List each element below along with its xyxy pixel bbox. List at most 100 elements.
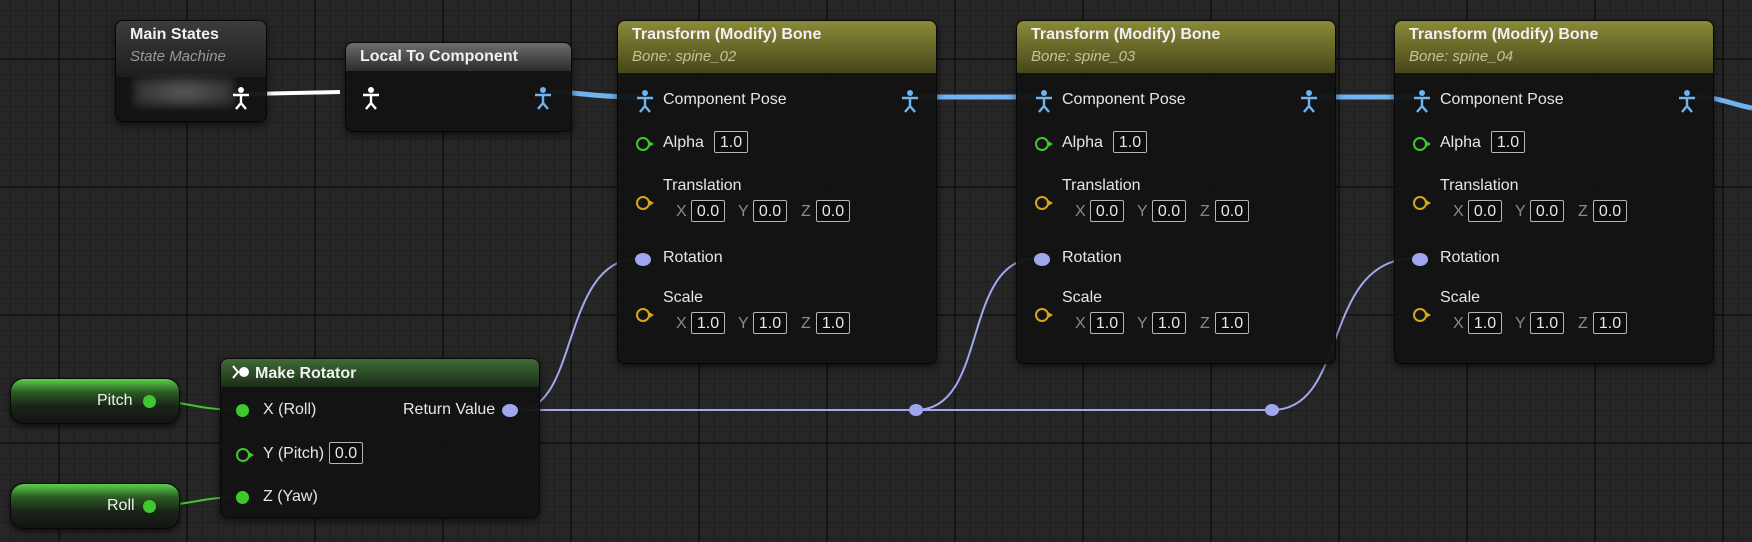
bone-name: Bone: spine_03 — [1031, 48, 1136, 65]
main-states-subtitle: State Machine — [130, 48, 226, 65]
pose-output-pin-icon[interactable] — [534, 86, 552, 110]
rotation-pin[interactable] — [635, 253, 651, 266]
scale-y-axis: Y — [738, 315, 749, 332]
pose-output-pin-icon[interactable] — [232, 86, 250, 110]
alpha-label: Alpha — [663, 134, 704, 151]
reroute-knot-2[interactable] — [1265, 404, 1279, 416]
z-yaw-label: Z (Yaw) — [263, 488, 318, 505]
scale-z-input[interactable]: 1.0 — [1593, 312, 1627, 334]
translation-y-axis: Y — [1137, 203, 1148, 220]
transform-bone-node-2[interactable]: Transform (Modify) Bone Bone: spine_03 C… — [1016, 20, 1336, 364]
y-pitch-pin[interactable] — [236, 448, 254, 462]
translation-x-axis: X — [676, 203, 687, 220]
alpha-label: Alpha — [1062, 134, 1103, 151]
alpha-pin[interactable] — [1413, 137, 1431, 151]
rotation-label: Rotation — [1062, 249, 1122, 266]
scale-x-input[interactable]: 1.0 — [1468, 312, 1502, 334]
make-rotator-title: Make Rotator — [255, 365, 357, 382]
translation-label: Translation — [1440, 177, 1519, 194]
scale-pin[interactable] — [1413, 308, 1431, 322]
scale-x-input[interactable]: 1.0 — [691, 312, 725, 334]
pose-input-pin-icon[interactable] — [636, 89, 654, 113]
translation-y-input[interactable]: 0.0 — [1152, 200, 1186, 222]
z-yaw-pin[interactable] — [236, 491, 249, 504]
translation-z-input[interactable]: 0.0 — [1215, 200, 1249, 222]
main-states-node[interactable]: Main States State Machine — [115, 20, 267, 122]
translation-y-axis: Y — [1515, 203, 1526, 220]
translation-z-input[interactable]: 0.0 — [1593, 200, 1627, 222]
local-to-component-header: Local To Component — [346, 43, 571, 71]
return-value-pin[interactable] — [502, 404, 518, 417]
translation-x-input[interactable]: 0.0 — [1468, 200, 1502, 222]
alpha-input[interactable]: 1.0 — [1113, 131, 1147, 153]
alpha-pin[interactable] — [1035, 137, 1053, 151]
scale-z-axis: Z — [1200, 315, 1210, 332]
local-to-component-title: Local To Component — [360, 48, 518, 65]
translation-pin[interactable] — [636, 196, 654, 210]
scale-pin[interactable] — [636, 308, 654, 322]
translation-x-input[interactable]: 0.0 — [691, 200, 725, 222]
translation-pin[interactable] — [1413, 196, 1431, 210]
y-pitch-input[interactable]: 0.0 — [329, 442, 363, 464]
component-pose-label: Component Pose — [1062, 91, 1186, 108]
scale-label: Scale — [1440, 289, 1481, 306]
alpha-label: Alpha — [1440, 134, 1481, 151]
translation-label: Translation — [1062, 177, 1141, 194]
pitch-variable-node[interactable]: Pitch — [10, 378, 180, 424]
translation-x-axis: X — [1453, 203, 1464, 220]
transform-bone-node-3[interactable]: Transform (Modify) Bone Bone: spine_04 C… — [1394, 20, 1714, 364]
scale-z-axis: Z — [801, 315, 811, 332]
alpha-input[interactable]: 1.0 — [714, 131, 748, 153]
transform-header: Transform (Modify) Bone Bone: spine_04 — [1395, 21, 1713, 73]
rotation-label: Rotation — [1440, 249, 1500, 266]
translation-y-input[interactable]: 0.0 — [753, 200, 787, 222]
scale-pin[interactable] — [1035, 308, 1053, 322]
pose-output-pin-icon[interactable] — [1300, 89, 1318, 113]
main-states-title: Main States — [130, 26, 219, 43]
state-machine-preview — [134, 77, 234, 107]
pose-input-pin-icon[interactable] — [1035, 89, 1053, 113]
transform-bone-node-1[interactable]: Transform (Modify) Bone Bone: spine_02 C… — [617, 20, 937, 364]
pose-input-pin-icon[interactable] — [362, 86, 380, 110]
translation-x-input[interactable]: 0.0 — [1090, 200, 1124, 222]
x-roll-pin[interactable] — [236, 404, 249, 417]
scale-z-axis: Z — [1578, 315, 1588, 332]
make-rotator-node[interactable]: Make Rotator X (Roll) Return Value Y (Pi… — [220, 358, 540, 518]
scale-z-input[interactable]: 1.0 — [1215, 312, 1249, 334]
translation-z-input[interactable]: 0.0 — [816, 200, 850, 222]
bone-name: Bone: spine_02 — [632, 48, 737, 65]
scale-label: Scale — [1062, 289, 1103, 306]
alpha-input[interactable]: 1.0 — [1491, 131, 1525, 153]
pose-input-pin-icon[interactable] — [1413, 89, 1431, 113]
make-rotator-header: Make Rotator — [221, 359, 539, 387]
translation-pin[interactable] — [1035, 196, 1053, 210]
translation-y-input[interactable]: 0.0 — [1530, 200, 1564, 222]
local-to-component-node[interactable]: Local To Component — [345, 42, 572, 132]
translation-label: Translation — [663, 177, 742, 194]
translation-z-axis: Z — [1578, 203, 1588, 220]
transform-title: Transform (Modify) Bone — [1409, 26, 1599, 43]
alpha-pin[interactable] — [636, 137, 654, 151]
return-value-label: Return Value — [403, 401, 496, 418]
rotation-pin[interactable] — [1034, 253, 1050, 266]
scale-z-input[interactable]: 1.0 — [816, 312, 850, 334]
function-make-icon — [232, 365, 249, 379]
transform-title: Transform (Modify) Bone — [632, 26, 822, 43]
component-pose-label: Component Pose — [663, 91, 787, 108]
scale-y-input[interactable]: 1.0 — [753, 312, 787, 334]
rotation-pin[interactable] — [1412, 253, 1428, 266]
pitch-output-pin[interactable] — [143, 395, 156, 408]
roll-variable-node[interactable]: Roll — [10, 483, 180, 529]
reroute-knot-1[interactable] — [909, 404, 923, 416]
scale-y-input[interactable]: 1.0 — [1152, 312, 1186, 334]
pose-output-pin-icon[interactable] — [901, 89, 919, 113]
scale-x-axis: X — [676, 315, 687, 332]
scale-label: Scale — [663, 289, 704, 306]
scale-x-axis: X — [1075, 315, 1086, 332]
transform-header: Transform (Modify) Bone Bone: spine_03 — [1017, 21, 1335, 73]
pitch-label: Pitch — [97, 392, 133, 409]
roll-output-pin[interactable] — [143, 500, 156, 513]
pose-output-pin-icon[interactable] — [1678, 89, 1696, 113]
scale-x-input[interactable]: 1.0 — [1090, 312, 1124, 334]
scale-y-input[interactable]: 1.0 — [1530, 312, 1564, 334]
